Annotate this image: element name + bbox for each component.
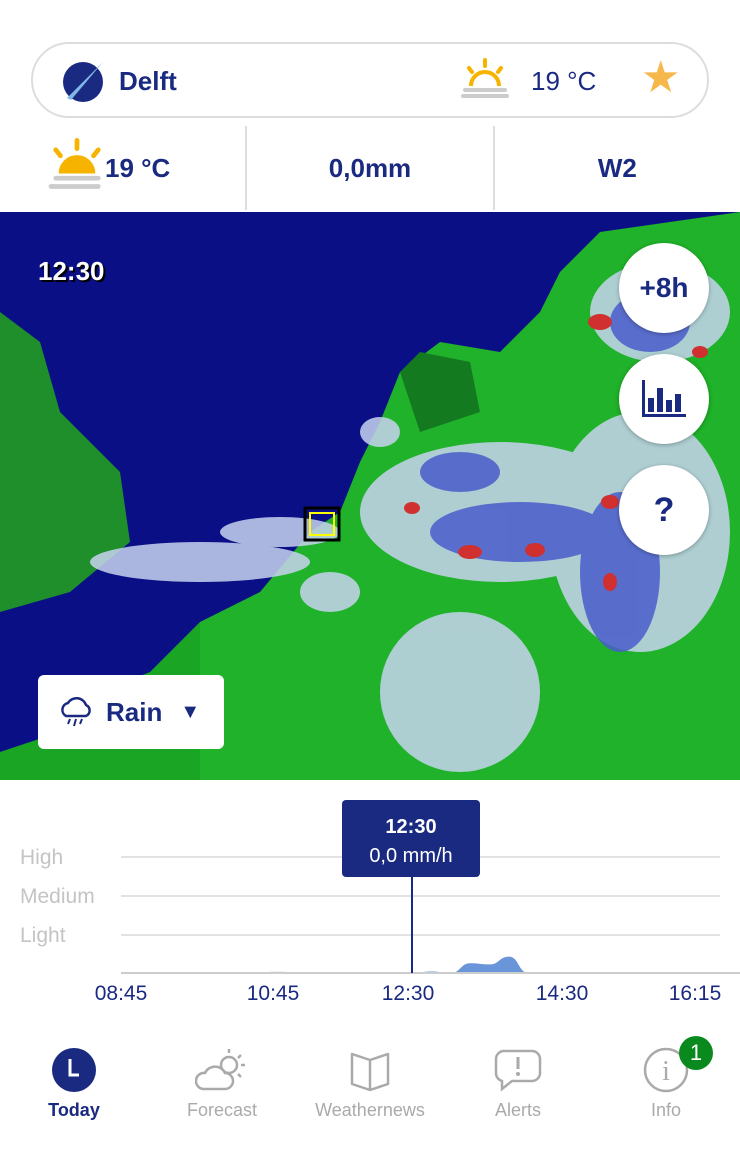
nav-label: Info: [650, 1100, 682, 1120]
bar-chart-icon: [642, 380, 686, 417]
precipitation-value: 0,0mm: [328, 152, 412, 183]
stat-wind: W2: [492, 126, 740, 210]
star-icon[interactable]: ★: [641, 56, 680, 100]
wind-value: W2: [597, 152, 637, 183]
book-icon: [350, 1052, 390, 1092]
nav-label: Weathernews: [315, 1100, 425, 1120]
nav-label: Forecast: [186, 1100, 258, 1120]
forecast-8h-button[interactable]: +8h: [619, 243, 709, 333]
y-label-light: Light: [20, 924, 66, 947]
radar-map[interactable]: 12:30 +8h ? Rain ▼: [0, 212, 740, 780]
info-badge: 1: [679, 1036, 713, 1070]
layer-label: Rain: [106, 696, 163, 727]
nav-label: Alerts: [494, 1100, 541, 1120]
chart-tooltip: 12:30 0,0 mm/h: [342, 800, 480, 877]
rain-cloud-icon: [61, 696, 91, 727]
layer-dropdown[interactable]: Rain ▼: [38, 675, 224, 749]
x-tick: 12:30: [381, 982, 435, 1005]
app-logo-icon: [63, 62, 103, 102]
rain-chart[interactable]: High Medium Light 08:45 10:45 12:30 14:3…: [0, 790, 740, 1020]
nav-weathernews[interactable]: Weathernews: [296, 1030, 444, 1130]
current-stats: 19 °C 0,0mm W2: [0, 126, 740, 210]
chart-button[interactable]: [619, 354, 709, 444]
x-tick: 10:45: [246, 982, 300, 1005]
tooltip-value: 0,0 mm/h: [369, 845, 453, 867]
location-search-bar[interactable]: Delft 19 °C ★: [31, 42, 709, 118]
bottom-nav: Today Forecast Weathernews Alerts i Info: [0, 1030, 740, 1130]
stat-precipitation: 0,0mm: [245, 126, 492, 210]
help-button[interactable]: ?: [619, 465, 709, 555]
nav-info[interactable]: i Info: [592, 1030, 740, 1130]
svg-text:i: i: [662, 1056, 670, 1087]
city-name: Delft: [119, 66, 177, 96]
cloud-sun-icon: [195, 1049, 245, 1091]
help-label: ?: [653, 490, 675, 529]
nav-label: Today: [48, 1100, 100, 1120]
stat-temperature: 19 °C: [0, 126, 245, 210]
x-tick: 16:15: [668, 982, 722, 1005]
y-label-high: High: [20, 846, 64, 869]
sun-rising-icon: [48, 138, 101, 189]
sun-rising-icon: [461, 58, 509, 98]
nav-forecast[interactable]: Forecast: [148, 1030, 296, 1130]
header-temperature: 19 °C: [531, 66, 597, 96]
forecast-8h-label: +8h: [639, 272, 689, 303]
y-label-medium: Medium: [20, 885, 95, 908]
nav-alerts[interactable]: Alerts: [444, 1030, 592, 1130]
alert-bubble-icon: [494, 1049, 542, 1092]
nav-today[interactable]: Today: [0, 1030, 148, 1130]
x-tick: 08:45: [94, 982, 148, 1005]
clock-icon: [52, 1048, 96, 1092]
x-tick: 14:30: [535, 982, 589, 1005]
tooltip-time: 12:30: [385, 816, 437, 838]
map-time: 12:30: [38, 256, 105, 286]
chevron-down-icon: ▼: [180, 700, 201, 723]
temperature-value: 19 °C: [105, 152, 171, 183]
